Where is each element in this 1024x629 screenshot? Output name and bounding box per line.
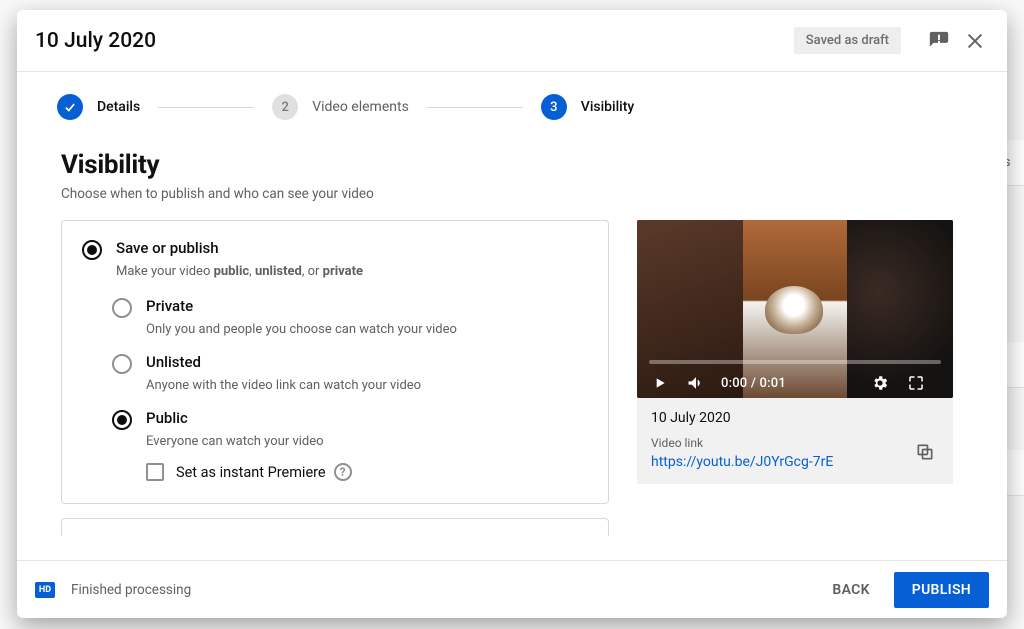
instant-premiere-row[interactable]: Set as instant Premiere ? [146,463,588,481]
option-description: Only you and people you choose can watch… [146,322,588,337]
upload-dialog: 10 July 2020 Saved as draft Details 2 Vi… [17,10,1007,618]
settings-icon[interactable] [869,372,891,394]
option-unlisted[interactable]: Unlisted [112,353,588,374]
player-time: 0:00 / 0:01 [721,376,786,391]
step-label: Visibility [581,99,634,115]
step-visibility[interactable]: 3 Visibility [541,94,634,120]
publish-button[interactable]: PUBLISH [894,572,989,608]
option-description: Everyone can watch your video [146,434,588,449]
preview-title: 10 July 2020 [651,410,939,426]
back-button[interactable]: BACK [818,573,883,607]
radio-icon[interactable] [112,298,132,318]
video-preview-panel: 0:00 / 0:01 10 July 2020 Video link http… [637,220,953,536]
thumb-subject [765,286,823,334]
option-description: Anyone with the video link can watch you… [146,378,588,393]
step-number: 3 [541,94,567,120]
step-details[interactable]: Details [57,94,140,120]
step-label: Details [97,99,140,115]
play-icon[interactable] [649,372,671,394]
hd-badge-icon: HD [35,582,55,598]
check-icon [57,94,83,120]
group-description: Make your video public, unlisted, or pri… [116,264,588,279]
copy-link-icon[interactable] [907,434,943,470]
processing-status: Finished processing [71,582,818,598]
checkbox-icon[interactable] [146,463,164,481]
video-player[interactable]: 0:00 / 0:01 [637,220,953,398]
section-title: Visibility [61,150,963,180]
send-feedback-icon[interactable] [925,27,953,55]
saved-as-draft-chip: Saved as draft [794,27,901,54]
option-label: Unlisted [146,353,201,371]
player-controls: 0:00 / 0:01 [637,368,953,398]
dialog-title: 10 July 2020 [35,29,794,53]
option-public[interactable]: Public [112,409,588,430]
checkbox-label: Set as instant Premiere [176,464,326,481]
progress-bar[interactable] [649,360,941,364]
preview-meta: 10 July 2020 Video link https://youtu.be… [637,398,953,484]
close-icon[interactable] [961,27,989,55]
step-video-elements[interactable]: 2 Video elements [272,94,409,120]
volume-icon[interactable] [685,372,707,394]
step-label: Video elements [312,99,409,115]
radio-icon[interactable] [82,240,102,260]
group-label: Save or publish [116,239,219,257]
step-connector [158,107,254,108]
step-number: 2 [272,94,298,120]
step-connector [427,107,523,108]
group-save-or-publish[interactable]: Save or publish [82,239,588,260]
stepper: Details 2 Video elements 3 Visibility [17,72,1007,128]
option-private[interactable]: Private [112,297,588,318]
dialog-footer: HD Finished processing BACK PUBLISH [17,560,1007,618]
option-label: Public [146,409,188,427]
video-link[interactable]: https://youtu.be/J0YrGcg-7rE [651,454,939,470]
radio-icon[interactable] [112,410,132,430]
save-or-publish-card: Save or publish Make your video public, … [61,220,609,504]
schedule-card-peek[interactable] [61,518,609,536]
radio-icon[interactable] [112,354,132,374]
section-subtitle: Choose when to publish and who can see y… [61,186,963,202]
fullscreen-icon[interactable] [905,372,927,394]
help-icon[interactable]: ? [334,463,352,481]
dialog-body: Visibility Choose when to publish and wh… [17,128,1007,560]
dialog-header: 10 July 2020 Saved as draft [17,10,1007,72]
option-label: Private [146,297,193,315]
video-link-label: Video link [651,436,939,450]
